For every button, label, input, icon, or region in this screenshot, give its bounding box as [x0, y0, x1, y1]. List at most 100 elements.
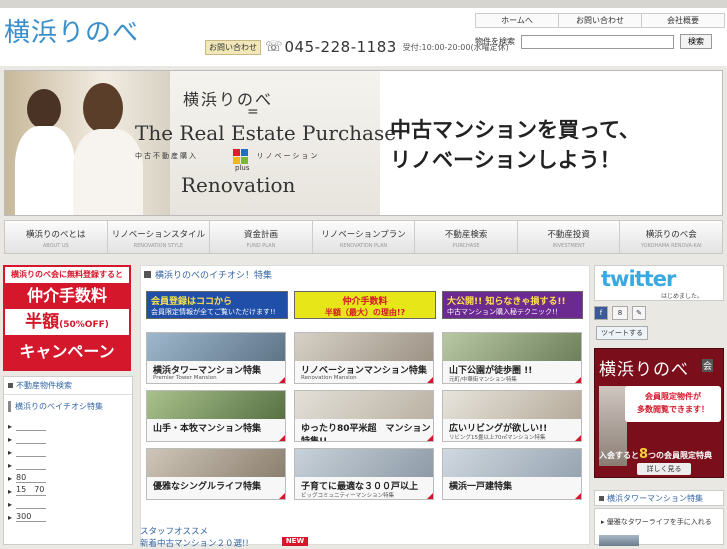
member-register-banner[interactable]: 会員登録はココから 会員限定情報が全てご覧いただけます!!: [146, 291, 288, 319]
left-sidebar-subheading: 横浜りのべイチオシ特集: [8, 401, 128, 412]
search-button[interactable]: 検索: [680, 34, 712, 49]
feature-tile[interactable]: 横浜タワーマンション特集 Premier Tower Mansion: [146, 332, 286, 384]
feature-tile-title: ゆったり80平米超 マンション特集!!: [301, 424, 431, 442]
staff-recommend-link[interactable]: 新着中古マンション２０選!!: [140, 537, 249, 549]
feature-tile-photo: [295, 449, 433, 477]
list-item[interactable]: ▸ 15 70: [8, 483, 132, 496]
nav-renovation-plan[interactable]: リノベーションプラン RENOVATION PLAN: [313, 221, 416, 253]
feature-tile-title: 横浜一戸建特集: [449, 482, 513, 492]
feature-tile-subtitle: Premier Tower Mansion: [153, 375, 217, 381]
feature-tile[interactable]: 横浜一戸建特集: [442, 448, 582, 500]
nav-investment[interactable]: 不動産投資 INVESTMENT: [518, 221, 621, 253]
list-item[interactable]: ▸: [8, 431, 132, 444]
hero-banner[interactable]: 横浜りのべ = The Real Estate Purchase 中古不動産購入…: [4, 70, 723, 216]
corner-arrow-icon: [279, 435, 285, 441]
social-buttons: f 8 ✎: [594, 306, 646, 320]
hero-square-green: [241, 157, 248, 164]
topnav-company[interactable]: 会社概要: [641, 13, 725, 28]
renova-kai-benefits-count: 8: [639, 447, 649, 462]
top-nav: ホームへ お問い合わせ 会社概要: [475, 13, 725, 28]
list-item-label: 80: [16, 473, 47, 483]
list-item-label: [16, 469, 47, 470]
banner-title: 大公開!! 知らなきゃ損する!!: [447, 297, 566, 307]
twitter-sub: はじめました。: [661, 293, 704, 300]
list-item[interactable]: ▸: [8, 418, 132, 431]
list-item-label: [16, 508, 47, 509]
feature-tile[interactable]: 優雅なシングルライフ特集: [146, 448, 286, 500]
left-sidebar-list: ▸ ▸ ▸ ▸ ▸ 80 ▸ 15 70 ▸ ▸ 300: [4, 418, 132, 522]
staff-recommend-label: スタッフオススメ: [140, 527, 209, 537]
renova-kai-bubble-line1: 会員限定物件が: [645, 392, 701, 401]
nav-sublabel: PURCHASE: [452, 243, 480, 249]
feature-tile[interactable]: 広いリビングが欲しい!! リビング15畳以上70㎡マンション特集: [442, 390, 582, 442]
tweet-button[interactable]: ツイートする: [596, 326, 648, 340]
hero-catchcopy: 中古マンションを買って、 リノベーションしよう！: [390, 115, 640, 175]
phone-number: 045-228-1183: [284, 38, 397, 56]
left-sidebar-heading: 不動産物件検索: [4, 377, 132, 395]
left-sidebar-heading-text: 不動産物件検索: [16, 381, 72, 390]
list-item[interactable]: ▸ 80: [8, 470, 132, 483]
feature-tile[interactable]: 山下公園が徒歩圏 !! 元町/中華街マンション特集: [442, 332, 582, 384]
secret-technique-banner[interactable]: 大公開!! 知らなきゃ損する!! 中古マンション購入秘テクニック!！: [442, 291, 583, 319]
renova-kai-benefits-pre: 入会すると: [599, 451, 639, 460]
nav-renova-kai[interactable]: 横浜りのべ会 YOKOHAMA RENOVA-KAI: [620, 221, 722, 253]
comment-icon[interactable]: ✎: [632, 306, 646, 320]
twitter-banner[interactable]: twitter はじめました。: [594, 265, 724, 301]
hero-line2b: リノベーション: [256, 152, 320, 160]
site-logo[interactable]: 横浜りのべ: [4, 12, 139, 49]
nav-purchase[interactable]: 不動産検索 PURCHASE: [415, 221, 518, 253]
list-item[interactable]: ▸: [8, 496, 132, 509]
top-strip: [0, 0, 727, 8]
list-item[interactable]: ▸ 300: [8, 509, 132, 522]
nav-about[interactable]: 横浜りのべとは ABOUT US: [5, 221, 108, 253]
campaign-banner[interactable]: 横浜りのべ会に無料登録すると 仲介手数料 半額(50%OFF) キャンペーン: [3, 265, 131, 371]
bullet-icon: [8, 383, 13, 388]
feature-tile[interactable]: リノベーションマンション特集 Renovation Mansion: [294, 332, 434, 384]
banner-title: 仲介手数料: [342, 297, 388, 307]
list-item-label: [16, 430, 47, 431]
tower-feature-heading-text: 横浜タワーマンション特集: [607, 493, 703, 503]
feature-tile[interactable]: 子育てに最適な３００戸以上 ビッグコミュニティーマンション特集: [294, 448, 434, 500]
list-item[interactable]: ▸: [8, 444, 132, 457]
renova-kai-detail-button[interactable]: 詳しく見る: [637, 463, 691, 475]
topnav-contact[interactable]: お問い合わせ: [558, 13, 642, 28]
tower-feature-box[interactable]: ▸ 優雅なタワーライフを手に入れる: [594, 508, 724, 546]
renova-kai-banner[interactable]: 横浜りのべ 会 会員限定物件が 多数閲覧できます！ 入会すると8つの会員限定特典…: [594, 348, 724, 478]
corner-arrow-icon: [427, 377, 433, 383]
corner-arrow-icon: [575, 435, 581, 441]
hero-line2: 中古不動産購入 リノベーション: [135, 151, 319, 161]
commission-half-banner[interactable]: 仲介手数料 半額（最大）の理由!?: [294, 291, 436, 319]
feature-tile-photo: [295, 333, 433, 361]
corner-arrow-icon: [575, 493, 581, 499]
campaign-half: 半額: [25, 312, 60, 332]
corner-arrow-icon: [575, 377, 581, 383]
corner-arrow-icon: [427, 493, 433, 499]
renova-kai-bubble-line2: 多数閲覧できます！: [637, 405, 709, 414]
nav-label: リノベーションプラン: [321, 230, 406, 240]
feature-tile-photo: [295, 391, 433, 419]
facebook-count: 8: [612, 306, 628, 320]
list-item-label: [16, 456, 47, 457]
contact-label: お問い合わせ: [205, 39, 261, 55]
feature-heading-text: 横浜りのべのイチオシ！特集: [155, 271, 273, 281]
nav-fund-plan[interactable]: 資金計画 FUND PLAN: [210, 221, 313, 253]
feature-tile-photo: [443, 333, 581, 361]
nav-renovation-style[interactable]: リノベーションスタイル RENOVATION STYLE: [108, 221, 211, 253]
facebook-icon[interactable]: f: [594, 306, 608, 320]
feature-tile[interactable]: ゆったり80平米超 マンション特集!!: [294, 390, 434, 442]
main-nav: 横浜りのべとは ABOUT US リノベーションスタイル RENOVATION ST…: [4, 220, 723, 254]
list-item-label: 15 70: [16, 485, 47, 496]
nav-sublabel: FUND PLAN: [246, 243, 276, 249]
feature-heading: 横浜りのべのイチオシ！特集: [144, 268, 272, 281]
list-item[interactable]: ▸: [8, 457, 132, 470]
list-item-label: 300: [16, 512, 47, 522]
hero-line1: The Real Estate Purchase: [135, 121, 397, 145]
hero-plus: plus: [235, 164, 250, 172]
hero-square-red: [233, 149, 240, 156]
topnav-home[interactable]: ホームへ: [475, 13, 559, 28]
hero-eq: =: [247, 104, 259, 120]
nav-label: 横浜りのべとは: [26, 230, 86, 240]
nav-label: リノベーションスタイル: [111, 230, 205, 240]
feature-tile[interactable]: 山手・本牧マンション特集: [146, 390, 286, 442]
search-input[interactable]: [521, 34, 674, 49]
